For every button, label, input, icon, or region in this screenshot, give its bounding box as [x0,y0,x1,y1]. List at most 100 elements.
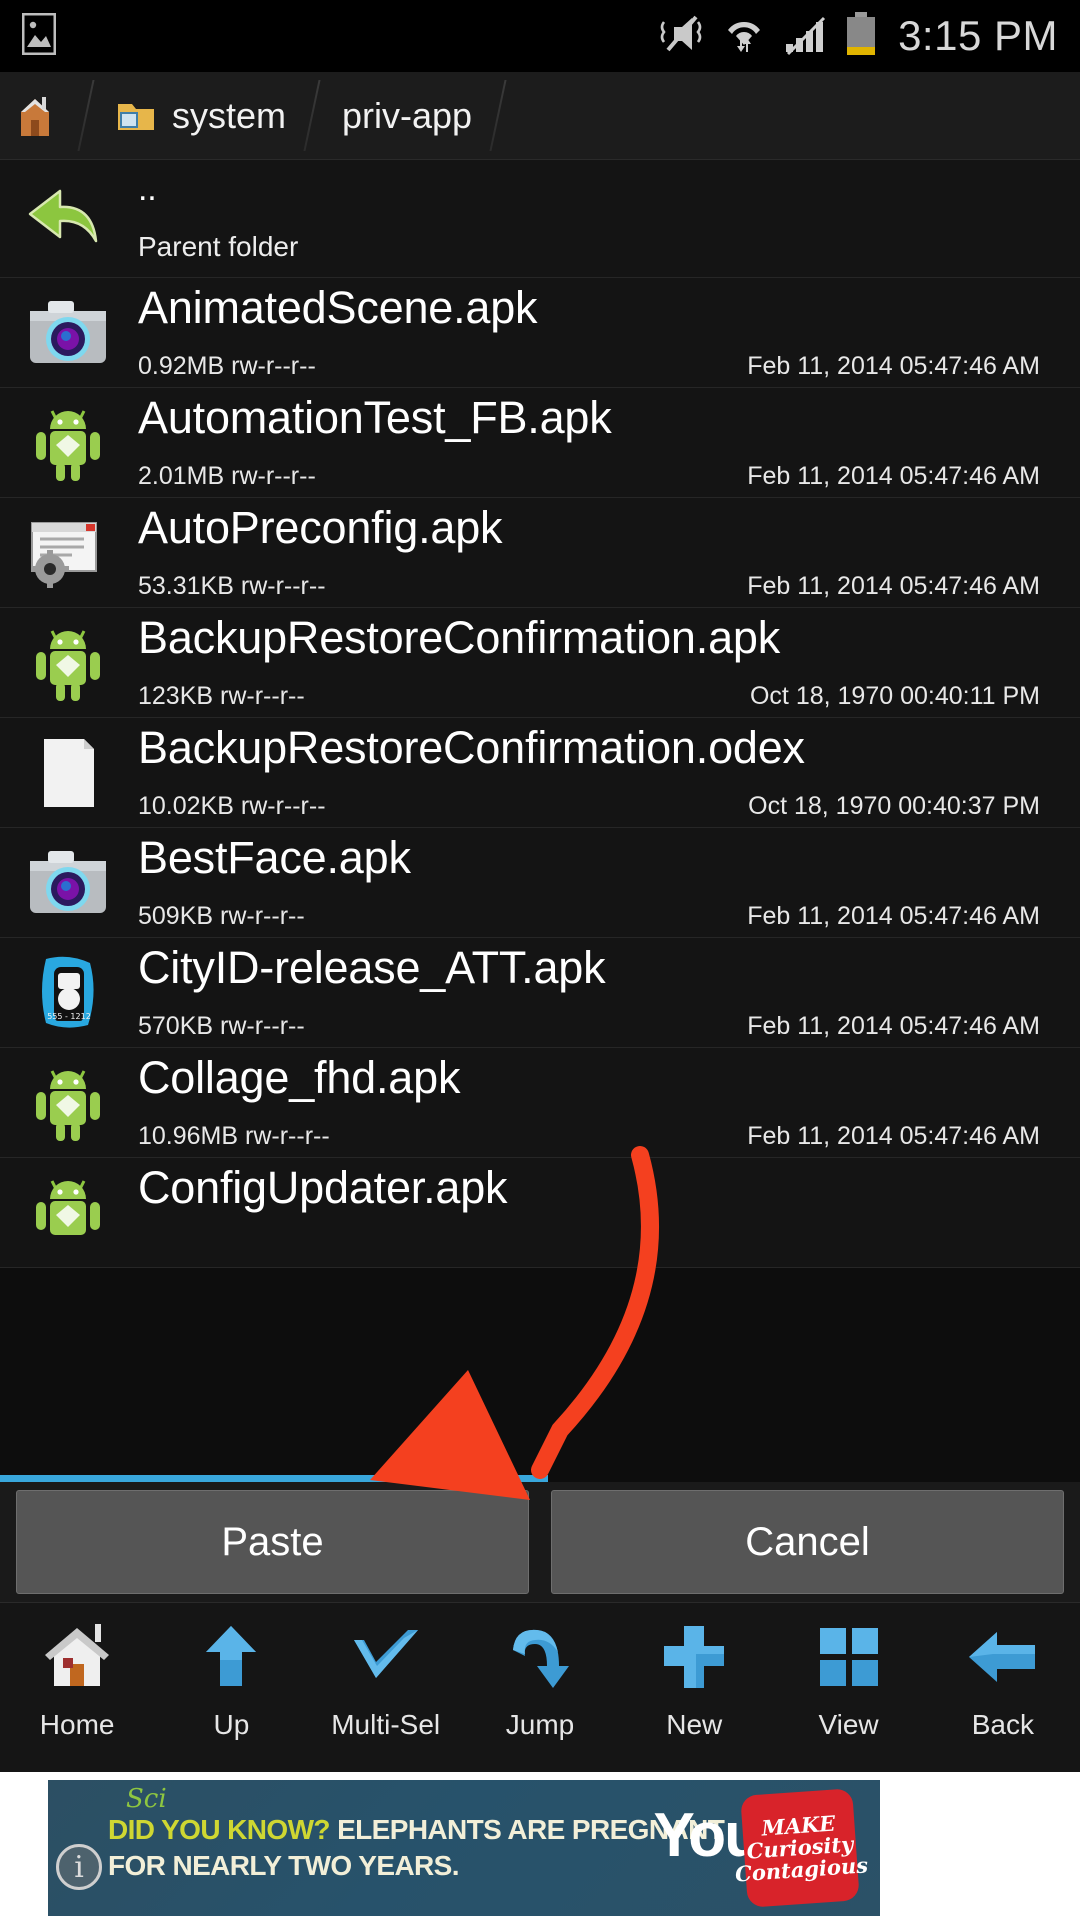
ad-content[interactable]: Sci DID YOU KNOW? ELEPHANTS ARE PREGNANT… [48,1780,880,1916]
file-meta-left: 10.96MB rw-r--r-- [138,1122,330,1151]
file-name: BestFace.apk [138,832,411,883]
image-icon [21,12,57,60]
toolbar-label-new: New [666,1709,723,1740]
config-icon [16,507,120,599]
toolbar-label-home: Home [39,1709,115,1740]
file-perms: rw-r--r-- [240,572,326,600]
toolbar-item-jump[interactable]: Jump [463,1609,617,1741]
toolbar-label-up: Up [213,1709,250,1740]
file-perms: rw-r--r-- [220,1012,305,1040]
toolbar-item-view[interactable]: View [771,1609,925,1741]
file-size: 53.31KB [138,572,234,600]
toolbar-label-view: View [818,1709,879,1740]
file-name: AutomationTest_FB.apk [138,392,612,443]
file-size: 123KB [138,682,214,710]
table-row[interactable]: AutomationTest_FB.apk 2.01MB rw-r--r-- F… [0,388,1080,498]
file-size: 10.02KB [138,792,234,820]
file-meta-left: 10.02KB rw-r--r-- [138,792,326,821]
up-arrow-icon [194,1609,268,1705]
ad-badge: MAKE Curiosity Contagious [734,1788,869,1908]
camera-icon [16,287,120,379]
file-name: AutoPreconfig.apk [138,502,503,553]
toolbar-label-multisel: Multi-Sel [331,1709,441,1740]
checkmark-icon [346,1609,426,1705]
toolbar-item-multisel[interactable]: Multi-Sel [309,1609,463,1741]
android-icon [16,1057,120,1149]
file-date: Feb 11, 2014 05:47:46 AM [747,1122,1040,1150]
file-date: Feb 11, 2014 05:47:46 AM [747,462,1040,490]
paste-button[interactable]: Paste [16,1490,529,1594]
phone-screen: 3:15 PM system priv-app .. Parent folder… [0,0,1080,1920]
camera-icon [16,837,120,929]
breadcrumb-item-root[interactable] [0,72,86,159]
file-meta-left: 53.31KB rw-r--r-- [138,572,326,601]
file-date: Feb 11, 2014 05:47:46 AM [747,352,1040,380]
table-row[interactable]: BackupRestoreConfirmation.apk 123KB rw-r… [0,608,1080,718]
home-icon [18,94,52,138]
jump-arrow-icon [503,1609,577,1705]
file-perms: rw-r--r-- [231,462,316,490]
toolbar-label-jump: Jump [505,1709,575,1740]
table-row[interactable]: BestFace.apk 509KB rw-r--r-- Feb 11, 201… [0,828,1080,938]
cancel-button[interactable]: Cancel [551,1490,1064,1594]
breadcrumb: system priv-app [0,72,1080,160]
parent-name: .. [138,170,157,208]
file-perms: rw-r--r-- [220,902,305,930]
signal-icon [782,12,830,61]
table-row[interactable]: AutoPreconfig.apk 53.31KB rw-r--r-- Feb … [0,498,1080,608]
file-size: 2.01MB [138,462,225,490]
file-size: 570KB [138,1012,214,1040]
ad-info-icon[interactable]: i [56,1844,102,1890]
file-meta-left: 2.01MB rw-r--r-- [138,462,316,491]
table-row[interactable]: ConfigUpdater.apk [0,1158,1080,1268]
file-name: CityID-release_ATT.apk [138,942,606,993]
ad-line-1-highlight: DID YOU KNOW? [108,1814,331,1845]
status-bar: 3:15 PM [0,0,1080,72]
file-meta-left: 509KB rw-r--r-- [138,902,305,931]
ad-banner[interactable]: Sci DID YOU KNOW? ELEPHANTS ARE PREGNANT… [0,1772,1080,1920]
file-list[interactable]: .. Parent folder AnimatedScene.apk 0.92M… [0,160,1080,1482]
android-icon [16,617,120,709]
toolbar-item-home[interactable]: Home [0,1609,154,1741]
file-name: BackupRestoreConfirmation.apk [138,612,781,663]
table-row[interactable]: BackupRestoreConfirmation.odex 10.02KB r… [0,718,1080,828]
table-row[interactable]: AnimatedScene.apk 0.92MB rw-r--r-- Feb 1… [0,278,1080,388]
svg-text:555 - 1212: 555 - 1212 [47,1012,91,1021]
battery-icon [844,11,878,62]
ad-line-1: DID YOU KNOW? ELEPHANTS ARE PREGNANT [108,1814,725,1846]
file-name: ConfigUpdater.apk [138,1162,508,1213]
file-perms: rw-r--r-- [245,1122,330,1150]
list-item-parent[interactable]: .. Parent folder [0,160,1080,278]
cityid-icon: 555 - 1212 [16,947,120,1039]
folder-icon [116,98,156,134]
file-date: Feb 11, 2014 05:47:46 AM [747,1012,1040,1040]
ad-brand: Sci [126,1784,167,1814]
status-clock: 3:15 PM [898,12,1058,59]
breadcrumb-item-privapp[interactable]: priv-app [312,72,498,159]
breadcrumb-item-system[interactable]: system [86,72,312,159]
ad-line-2: FOR NEARLY TWO YEARS. [108,1850,460,1881]
file-date: Oct 18, 1970 00:40:11 PM [749,682,1040,710]
left-arrow-icon [963,1609,1043,1705]
mute-vibrate-icon [654,12,706,61]
file-icon [16,727,120,819]
plus-icon [657,1609,731,1705]
back-arrow-icon [16,173,120,265]
file-date: Feb 11, 2014 05:47:46 AM [747,572,1040,600]
file-meta-left: 570KB rw-r--r-- [138,1012,305,1041]
ad-right-spacer [880,1772,1080,1920]
file-perms: rw-r--r-- [220,682,305,710]
file-name: BackupRestoreConfirmation.odex [138,722,805,773]
table-row[interactable]: 555 - 1212 CityID-release_ATT.apk 570KB … [0,938,1080,1048]
file-meta-left: 0.92MB rw-r--r-- [138,352,316,381]
toolbar-item-new[interactable]: New [617,1609,771,1741]
toolbar-item-back[interactable]: Back [926,1609,1080,1741]
scroll-indicator[interactable] [0,1475,548,1482]
android-icon [16,1167,120,1259]
file-perms: rw-r--r-- [240,792,326,820]
file-perms: rw-r--r-- [231,352,316,380]
file-size: 0.92MB [138,352,225,380]
file-size: 509KB [138,902,214,930]
toolbar-item-up[interactable]: Up [154,1609,308,1741]
table-row[interactable]: Collage_fhd.apk 10.96MB rw-r--r-- Feb 11… [0,1048,1080,1158]
